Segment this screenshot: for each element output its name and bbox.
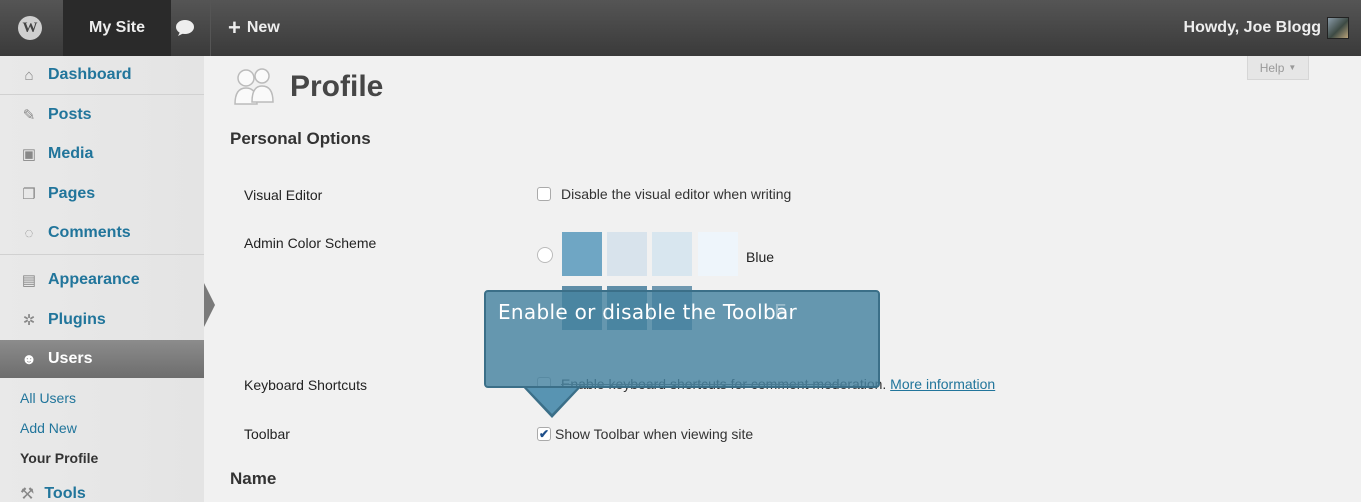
new-content-button[interactable]: + New xyxy=(228,0,280,56)
page-title: Profile xyxy=(290,70,384,103)
name-heading: Name xyxy=(230,469,277,488)
pages-icon: ❐ xyxy=(22,186,36,203)
sidebar-item-tools[interactable]: ⚒ Tools xyxy=(20,484,86,502)
color-scheme-name: Blue xyxy=(746,249,775,265)
visual-editor-label: Visual Editor xyxy=(244,187,323,203)
color-scheme-radio[interactable] xyxy=(537,247,553,263)
help-tab-button[interactable]: Help ▼ xyxy=(1247,56,1309,80)
admin-color-scheme-label: Admin Color Scheme xyxy=(244,235,377,251)
help-label: Help xyxy=(1259,60,1285,75)
tooltip-pointer-inner xyxy=(525,386,579,414)
wordpress-logo-glyph: W xyxy=(18,16,42,40)
sidebar-item-label: Pages xyxy=(48,185,96,202)
my-site-label: My Site xyxy=(89,19,146,36)
wordpress-logo-icon[interactable]: W xyxy=(10,0,50,56)
menu-separator xyxy=(0,94,204,95)
sidebar-item-media[interactable]: ▣ Media xyxy=(0,135,204,173)
sidebar-item-comments[interactable]: ◌ Comments xyxy=(0,214,204,252)
admin-toolbar: W My Site + New Howdy, Joe Blogg xyxy=(0,0,1361,56)
plug-icon: ✲ xyxy=(22,312,36,329)
sidebar-item-label: Comments xyxy=(48,224,131,241)
sidebar-item-users[interactable]: ☻ Users xyxy=(0,340,204,378)
sidebar-item-label: Plugins xyxy=(48,311,106,328)
toolbar-field: ✔ Show Toolbar when viewing site xyxy=(537,426,753,442)
users-icon: ☻ xyxy=(21,350,37,368)
visual-editor-field: Disable the visual editor when writing xyxy=(537,186,791,202)
sidebar-item-label: Media xyxy=(48,145,94,162)
submenu-all-users[interactable]: All Users xyxy=(20,390,76,406)
users-large-icon xyxy=(234,68,274,105)
show-toolbar-option: Show Toolbar when viewing site xyxy=(555,426,754,442)
toolbar-label: Toolbar xyxy=(244,426,290,442)
appearance-icon: ▤ xyxy=(21,272,37,289)
visual-editor-option: Disable the visual editor when writing xyxy=(561,186,792,202)
color-swatch xyxy=(698,232,738,276)
submenu-your-profile[interactable]: Your Profile xyxy=(20,450,98,466)
comment-bubble-icon[interactable] xyxy=(165,0,205,56)
tooltip-text: Enable or disable the Toolbar xyxy=(498,300,798,324)
keyboard-shortcuts-label: Keyboard Shortcuts xyxy=(244,377,367,393)
color-swatch xyxy=(652,232,692,276)
more-information-link[interactable]: More information xyxy=(890,376,995,392)
new-label: New xyxy=(246,19,280,36)
sidebar-item-label: Tools xyxy=(44,485,86,502)
sidebar-item-plugins[interactable]: ✲ Plugins xyxy=(0,301,204,339)
page-header: Profile xyxy=(232,66,383,108)
media-icon: ▣ xyxy=(21,146,37,163)
chevron-down-icon: ▼ xyxy=(1288,63,1297,72)
submenu-add-new[interactable]: Add New xyxy=(20,420,77,436)
user-avatar xyxy=(1327,17,1349,39)
sidebar-item-posts[interactable]: ✎ Posts xyxy=(0,96,204,134)
sidebar-item-appearance[interactable]: ▤ Appearance xyxy=(0,261,204,299)
sidebar-item-label: Appearance xyxy=(48,271,140,288)
sidebar-item-label: Users xyxy=(48,350,93,367)
my-site-link[interactable]: My Site xyxy=(63,0,172,56)
sidebar-item-label: Dashboard xyxy=(48,66,132,83)
color-swatch xyxy=(562,232,602,276)
menu-separator xyxy=(0,254,204,255)
comment-icon: ◌ xyxy=(24,224,34,242)
comment-bubble-svg xyxy=(176,20,194,36)
visual-editor-checkbox[interactable] xyxy=(537,187,551,201)
sidebar-item-pages[interactable]: ❐ Pages xyxy=(0,175,204,213)
show-toolbar-checkbox[interactable]: ✔ xyxy=(537,427,551,441)
plus-icon: + xyxy=(228,15,241,40)
howdy-label: Howdy, Joe Blogg xyxy=(1183,19,1321,36)
sidebar-item-label: Posts xyxy=(48,106,92,123)
profile-content: Help ▼ Profile Personal Options Visual E… xyxy=(204,56,1361,502)
admin-sidebar-menu: ⌂ Dashboard ✎ Posts ▣ Media ❐ Pages ◌ Co… xyxy=(0,56,204,502)
pushpin-icon: ✎ xyxy=(22,107,36,124)
toolbar-tooltip: Enable or disable the Toolbar E xyxy=(484,290,880,388)
sidebar-item-dashboard[interactable]: ⌂ Dashboard xyxy=(0,56,204,94)
personal-options-heading: Personal Options xyxy=(230,129,371,148)
admin-bar-divider xyxy=(210,0,211,56)
scheme-label-behind-tooltip: E xyxy=(774,300,787,324)
color-swatch xyxy=(607,232,647,276)
tools-icon: ⚒ xyxy=(20,486,35,502)
my-account-menu[interactable]: Howdy, Joe Blogg xyxy=(1184,0,1349,56)
home-icon: ⌂ xyxy=(24,66,34,84)
